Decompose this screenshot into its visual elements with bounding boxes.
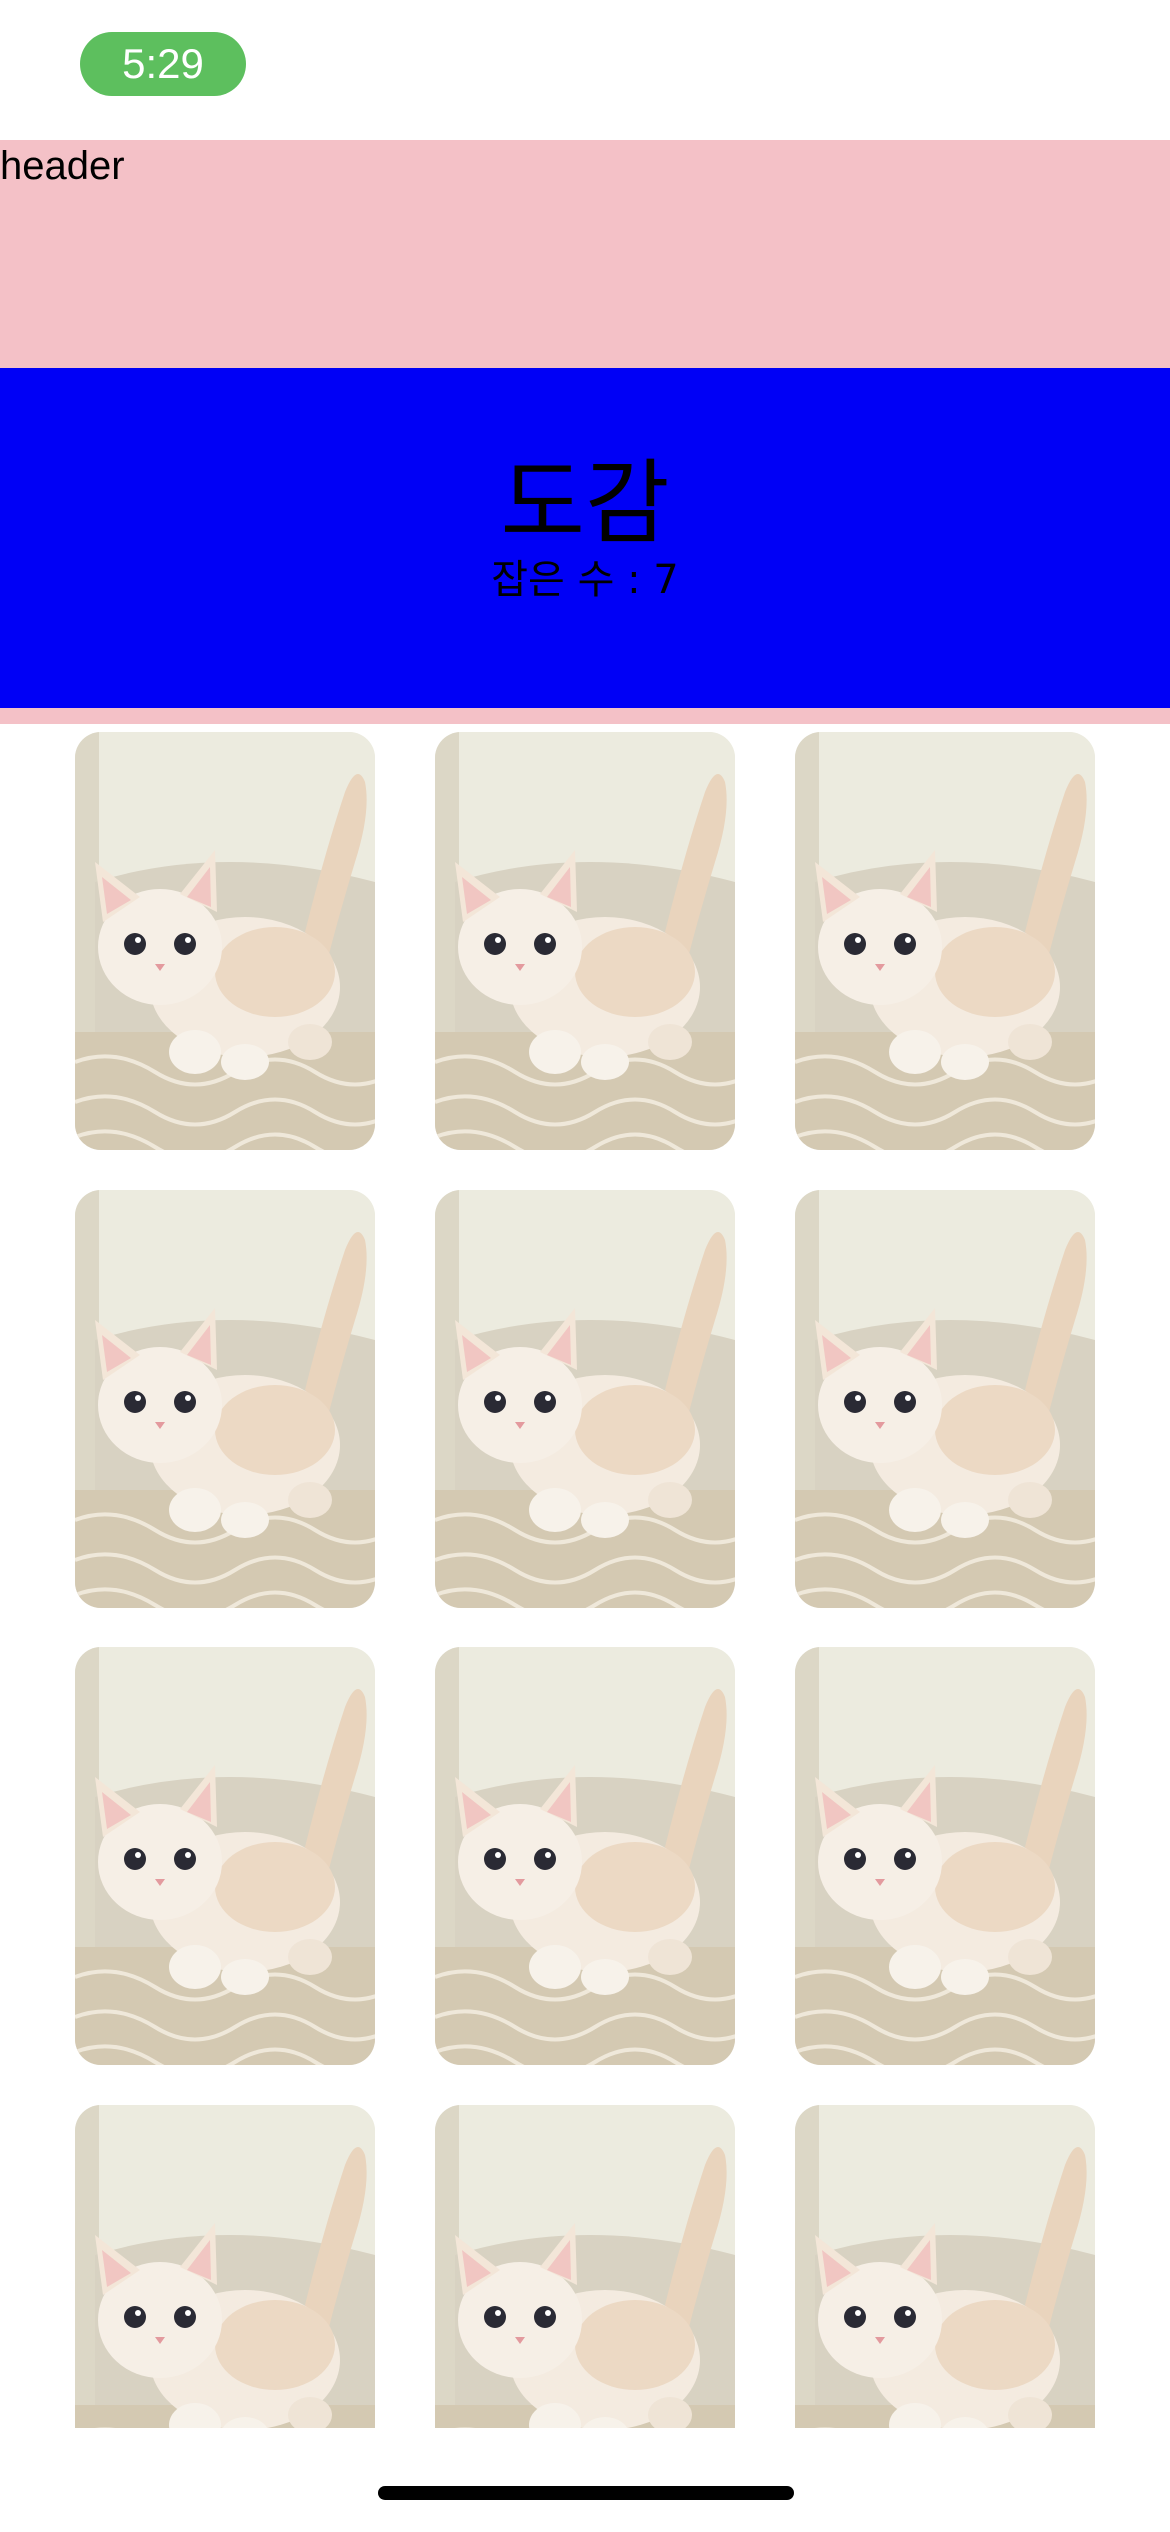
kitten-card[interactable] <box>75 2105 375 2428</box>
kitten-card[interactable] <box>75 1190 375 1608</box>
kitten-image <box>435 1190 735 1608</box>
collection-grid <box>0 732 1170 2428</box>
kitten-image <box>75 1190 375 1608</box>
kitten-image <box>75 732 375 1150</box>
kitten-card[interactable] <box>795 1647 1095 2065</box>
kitten-image <box>795 1190 1095 1608</box>
kitten-image <box>435 1647 735 2065</box>
divider-strip <box>0 708 1170 724</box>
kitten-image <box>435 2105 735 2428</box>
kitten-image <box>435 732 735 1150</box>
kitten-card[interactable] <box>75 1647 375 2065</box>
kitten-card[interactable] <box>435 1647 735 2065</box>
page-title: 도감 <box>500 450 670 557</box>
kitten-card[interactable] <box>435 1190 735 1608</box>
kitten-image <box>75 1647 375 2065</box>
kitten-image <box>75 2105 375 2428</box>
kitten-image <box>795 2105 1095 2428</box>
kitten-card[interactable] <box>435 732 735 1150</box>
status-time: 5:29 <box>80 32 246 96</box>
kitten-image <box>795 732 1095 1150</box>
title-banner: 도감 잡은 수 : 7 <box>0 368 1170 708</box>
header-label: header <box>0 144 125 188</box>
caught-count: 잡은 수 : 7 <box>491 557 679 603</box>
kitten-card[interactable] <box>435 2105 735 2428</box>
header-area: header <box>0 140 1170 368</box>
kitten-card[interactable] <box>795 732 1095 1150</box>
kitten-image <box>795 1647 1095 2065</box>
home-indicator <box>378 2486 794 2500</box>
kitten-card[interactable] <box>75 732 375 1150</box>
kitten-card[interactable] <box>795 2105 1095 2428</box>
kitten-card[interactable] <box>795 1190 1095 1608</box>
status-bar: 5:29 <box>0 0 1170 140</box>
